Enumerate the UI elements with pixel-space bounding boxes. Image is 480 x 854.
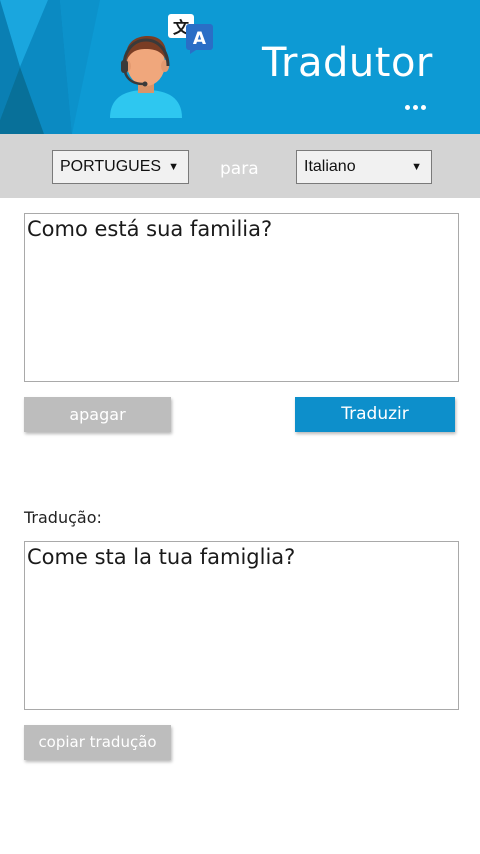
target-language-select[interactable]: Italiano ▼: [296, 150, 432, 184]
source-language-value: PORTUGUES: [60, 158, 162, 175]
translation-output[interactable]: Come sta la tua famiglia?: [24, 541, 459, 710]
source-language-select[interactable]: PORTUGUES ▼: [52, 150, 189, 184]
language-separator-label: para: [220, 159, 259, 179]
language-bar: PORTUGUES ▼ para Italiano ▼: [0, 134, 480, 198]
result-label: Tradução:: [24, 508, 102, 527]
target-language-value: Italiano: [304, 158, 356, 175]
title-dots-decoration: [405, 97, 435, 110]
dropdown-arrow-icon: ▼: [411, 161, 422, 173]
header-decoration: [0, 0, 100, 134]
clear-button[interactable]: apagar: [24, 397, 171, 432]
translate-icon: 文 A: [168, 14, 213, 54]
app-title: Tradutor: [262, 40, 433, 86]
translate-button[interactable]: Traduzir: [295, 397, 455, 432]
dropdown-arrow-icon: ▼: [168, 161, 179, 173]
svg-text:A: A: [193, 29, 207, 49]
translator-screen: 文 A Tradutor PORTUGUES ▼ para Italiano ▼…: [0, 0, 480, 854]
source-text-input[interactable]: Como está sua familia?: [24, 213, 459, 382]
copy-translation-button[interactable]: copiar tradução: [24, 725, 171, 760]
app-header: 文 A Tradutor: [0, 0, 480, 134]
